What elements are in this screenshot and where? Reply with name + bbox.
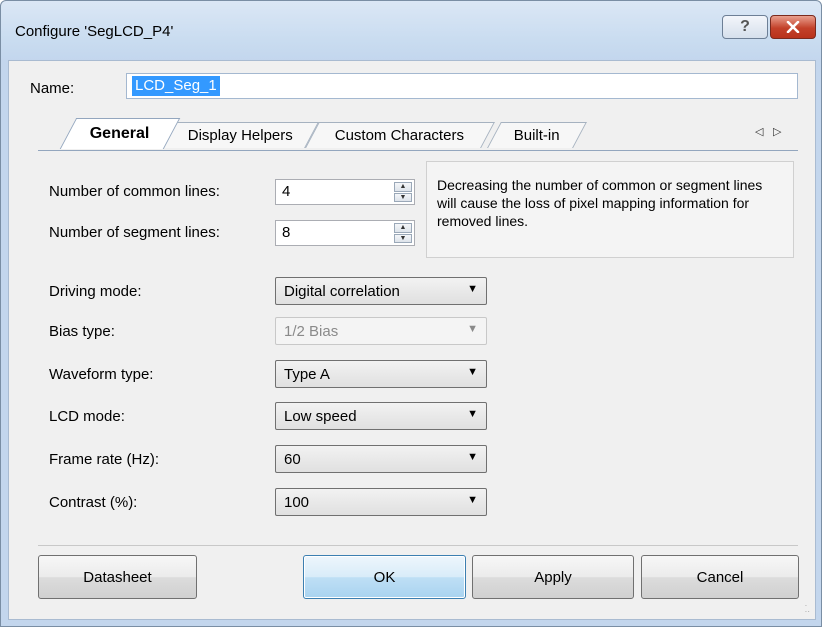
contrast-value: 100 (284, 494, 310, 511)
waveform-type-value: Type A (284, 366, 330, 383)
bias-type-select: 1/2 Bias ▼ (275, 317, 487, 345)
chevron-down-icon: ▼ (467, 494, 478, 506)
driving-mode-label: Driving mode: (49, 283, 142, 300)
driving-mode-value: Digital correlation (284, 283, 400, 300)
frame-rate-value: 60 (284, 451, 301, 468)
contrast-label: Contrast (%): (49, 494, 138, 511)
lcd-mode-label: LCD mode: (49, 408, 125, 425)
driving-mode-select[interactable]: Digital correlation ▼ (275, 277, 487, 305)
spin-up-icon[interactable]: ▲ (394, 182, 412, 192)
frame-rate-label: Frame rate (Hz): (49, 451, 160, 468)
spin-down-icon[interactable]: ▼ (394, 233, 412, 243)
chevron-down-icon: ▼ (467, 408, 478, 420)
apply-button[interactable]: Apply (472, 555, 634, 599)
tab-general-label: General (89, 125, 150, 142)
tab-general[interactable]: General (59, 118, 181, 149)
help-icon: ? (740, 18, 750, 35)
tab-divider (38, 150, 798, 151)
tab-display-helpers[interactable]: Display Helpers (163, 122, 319, 148)
chevron-down-icon: ▼ (467, 323, 478, 335)
lcd-mode-value: Low speed (284, 408, 357, 425)
segment-lines-value: 8 (282, 224, 291, 241)
window-title: Configure 'SegLCD_P4' (15, 23, 174, 40)
common-lines-spinner[interactable]: 4 ▲ ▼ (275, 179, 415, 205)
tab-custom-characters-label: Custom Characters (335, 127, 465, 144)
contrast-select[interactable]: 100 ▼ (275, 488, 487, 516)
tab-strip: General Display Helpers Custom Character… (38, 118, 798, 152)
chevron-down-icon: ▼ (467, 283, 478, 295)
spin-down-icon[interactable]: ▼ (394, 192, 412, 202)
bias-type-value: 1/2 Bias (284, 323, 339, 340)
segment-lines-spinner[interactable]: 8 ▲ ▼ (275, 220, 415, 246)
lcd-mode-select[interactable]: Low speed ▼ (275, 402, 487, 430)
common-lines-label: Number of common lines: (49, 183, 220, 200)
cancel-button[interactable]: Cancel (641, 555, 799, 599)
bias-type-label: Bias type: (49, 323, 115, 340)
info-note: Decreasing the number of common or segme… (426, 161, 794, 258)
datasheet-button[interactable]: Datasheet (38, 555, 197, 599)
common-lines-value: 4 (282, 183, 291, 200)
title-bar[interactable]: Configure 'SegLCD_P4' ? (1, 1, 821, 61)
button-separator (38, 545, 798, 546)
tab-custom-characters[interactable]: Custom Characters (305, 122, 495, 148)
name-input[interactable]: LCD_Seg_1 (126, 73, 798, 99)
tab-built-in-label: Built-in (513, 127, 560, 144)
close-icon (786, 21, 800, 33)
spin-up-icon[interactable]: ▲ (394, 223, 412, 233)
tab-display-helpers-label: Display Helpers (188, 127, 294, 144)
help-button[interactable]: ? (722, 15, 768, 39)
close-button[interactable] (770, 15, 816, 39)
name-label: Name: (30, 80, 75, 97)
segment-lines-label: Number of segment lines: (49, 224, 220, 241)
frame-rate-select[interactable]: 60 ▼ (275, 445, 487, 473)
tab-scroll-left-icon[interactable]: ◁ (755, 125, 763, 138)
tab-scroll-right-icon[interactable]: ▷ (773, 125, 781, 138)
name-input-value: LCD_Seg_1 (132, 76, 220, 96)
chevron-down-icon: ▼ (467, 451, 478, 463)
chevron-down-icon: ▼ (467, 366, 478, 378)
ok-button[interactable]: OK (303, 555, 466, 599)
tab-built-in[interactable]: Built-in (487, 122, 587, 148)
resize-grip-icon[interactable]: · ·· (805, 602, 810, 616)
waveform-type-label: Waveform type: (49, 366, 154, 383)
waveform-type-select[interactable]: Type A ▼ (275, 360, 487, 388)
